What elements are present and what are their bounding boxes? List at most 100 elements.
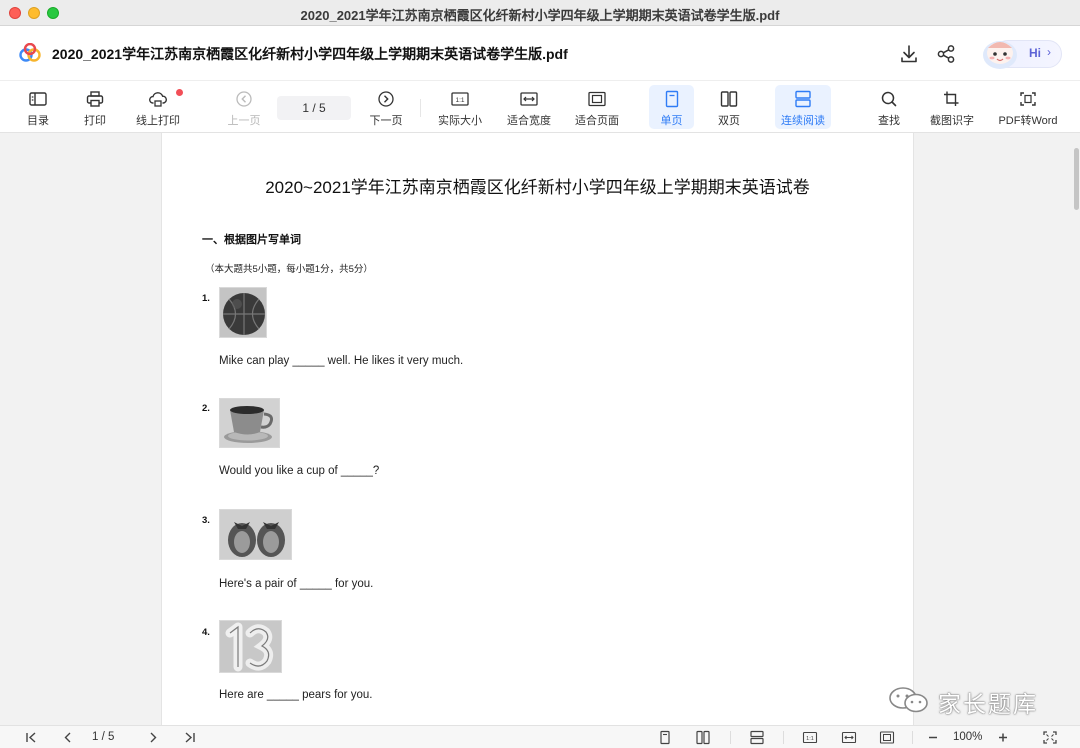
single-page-icon	[665, 90, 678, 108]
assistant-avatar-icon	[983, 41, 1017, 69]
fit-page-label: 适合页面	[575, 115, 619, 127]
question-number: 4.	[202, 627, 210, 638]
next-page-icon[interactable]	[145, 730, 161, 745]
find-label: 查找	[878, 115, 900, 127]
ai-assistant-button[interactable]: Hi ›	[978, 38, 1062, 70]
question-text: Mike can play _____ well. He likes it ve…	[219, 355, 464, 367]
zoom-level: 100%	[953, 731, 983, 743]
online-print-label: 线上打印	[136, 115, 180, 127]
assistant-label: Hi	[1029, 46, 1041, 60]
fit-width-icon[interactable]	[841, 730, 857, 745]
print-label: 打印	[84, 115, 106, 127]
window-title: 2020_2021学年江苏南京栖霞区化纤新村小学四年级上学期期末英语试卷学生版.…	[300, 8, 780, 23]
shoes-icon	[220, 510, 291, 559]
teacup-icon	[220, 399, 279, 447]
sidebar-toc-icon	[29, 92, 47, 106]
status-divider	[730, 731, 731, 744]
double-page-view-icon[interactable]	[695, 730, 711, 745]
arrow-left-circle-icon	[236, 91, 252, 107]
fit-page-icon	[588, 91, 606, 107]
pdf-to-word-button[interactable]: PDF转Word	[994, 81, 1062, 133]
actual-size-label: 实际大小	[438, 115, 482, 127]
next-page-button[interactable]: 下一页	[362, 81, 410, 133]
toolbar: 目录 打印 线上打印 上一页 1 / 5 下一页 1:1 实际大小 适合宽度 适…	[0, 81, 1080, 133]
app-logo-icon	[19, 43, 41, 62]
question-number: 2.	[202, 403, 210, 414]
fit-page-icon[interactable]	[879, 730, 895, 745]
svg-text:1:1: 1:1	[455, 97, 464, 104]
wechat-icon	[889, 687, 928, 713]
convert-icon	[1020, 92, 1036, 106]
continuous-scroll-icon	[795, 90, 811, 108]
status-divider	[912, 731, 913, 744]
printer-icon	[86, 91, 104, 107]
number-thirteen-icon	[220, 621, 281, 672]
question-text: Here's a pair of _____ for you.	[219, 578, 374, 590]
zoom-in-icon[interactable]	[995, 730, 1011, 745]
double-page-button[interactable]: 双页	[707, 81, 751, 133]
watermark-text: 家长题库	[938, 692, 1038, 718]
prev-page-icon[interactable]	[60, 730, 76, 745]
find-button[interactable]: 查找	[866, 81, 912, 133]
section-title: 一、根据图片写单词	[202, 234, 301, 246]
pdf-to-word-label: PDF转Word	[998, 115, 1058, 127]
page-number-input[interactable]: 1 / 5	[277, 96, 351, 120]
actual-size-icon[interactable]: 1:1	[802, 730, 818, 745]
fullscreen-icon[interactable]	[1042, 730, 1058, 745]
double-page-icon	[720, 91, 738, 107]
vertical-scrollbar[interactable]	[1074, 148, 1079, 210]
question-text: Would you like a cup of _____?	[219, 465, 380, 477]
continuous-read-label: 连续阅读	[781, 115, 825, 127]
pdf-page: 2020~2021学年江苏南京栖霞区化纤新村小学四年级上学期期末英语试卷 一、根…	[161, 133, 914, 725]
single-page-button[interactable]: 单页	[649, 85, 694, 129]
arrow-right-circle-icon	[378, 91, 394, 107]
chevron-right-icon: ›	[1047, 45, 1051, 59]
status-divider	[783, 731, 784, 744]
question-number: 1.	[202, 293, 210, 304]
fit-width-icon	[520, 92, 538, 106]
notification-dot	[176, 89, 183, 96]
single-page-view-icon[interactable]	[657, 730, 673, 745]
download-icon[interactable]	[898, 43, 920, 65]
crop-icon	[944, 91, 959, 106]
title-bar: 2020_2021学年江苏南京栖霞区化纤新村小学四年级上学期期末英语试卷学生版.…	[0, 0, 1080, 26]
fit-page-button[interactable]: 适合页面	[569, 81, 625, 133]
document-header: 2020_2021学年江苏南京栖霞区化纤新村小学四年级上学期期末英语试卷学生版.…	[0, 26, 1080, 81]
last-page-icon[interactable]	[182, 730, 198, 745]
question-number: 3.	[202, 515, 210, 526]
toc-label: 目录	[27, 115, 49, 127]
exam-title: 2020~2021学年江苏南京栖霞区化纤新村小学四年级上学期期末英语试卷	[265, 178, 810, 197]
document-title: 2020_2021学年江苏南京栖霞区化纤新村小学四年级上学期期末英语试卷学生版.…	[52, 46, 568, 62]
ocr-button[interactable]: 截图识字	[925, 81, 979, 133]
fit-width-button[interactable]: 适合宽度	[501, 81, 557, 133]
question-image-teacup	[219, 398, 280, 448]
question-text: Here are _____ pears for you.	[219, 689, 373, 701]
status-bar: 1 / 5 1:1 100%	[0, 725, 1080, 748]
ocr-label: 截图识字	[930, 115, 974, 127]
actual-size-button[interactable]: 1:1 实际大小	[433, 81, 487, 133]
print-button[interactable]: 打印	[71, 81, 119, 133]
question-image-basketball	[219, 287, 267, 338]
continuous-read-button[interactable]: 连续阅读	[775, 85, 831, 129]
watermark: 家长题库	[888, 683, 1058, 718]
svg-text:1:1: 1:1	[806, 736, 814, 742]
actual-size-icon: 1:1	[451, 92, 469, 106]
double-page-label: 双页	[718, 115, 740, 127]
document-viewport[interactable]: 2020~2021学年江苏南京栖霞区化纤新村小学四年级上学期期末英语试卷 一、根…	[0, 133, 1080, 725]
zoom-out-icon[interactable]	[925, 730, 941, 745]
continuous-view-icon[interactable]	[749, 730, 765, 745]
basketball-icon	[220, 288, 266, 337]
first-page-icon[interactable]	[23, 730, 39, 745]
toc-button[interactable]: 目录	[14, 81, 62, 133]
toolbar-divider	[420, 99, 421, 117]
next-page-label: 下一页	[369, 115, 403, 127]
question-image-shoes	[219, 509, 292, 560]
fit-width-label: 适合宽度	[507, 115, 551, 127]
share-icon[interactable]	[935, 43, 957, 65]
prev-page-label: 上一页	[227, 115, 261, 127]
prev-page-button[interactable]: 上一页	[220, 81, 268, 133]
cloud-print-icon	[149, 92, 167, 107]
section-note: （本大题共5小题，每小题1分，共5分）	[205, 264, 373, 275]
single-page-label: 单页	[660, 115, 683, 127]
status-page-indicator: 1 / 5	[92, 731, 115, 743]
